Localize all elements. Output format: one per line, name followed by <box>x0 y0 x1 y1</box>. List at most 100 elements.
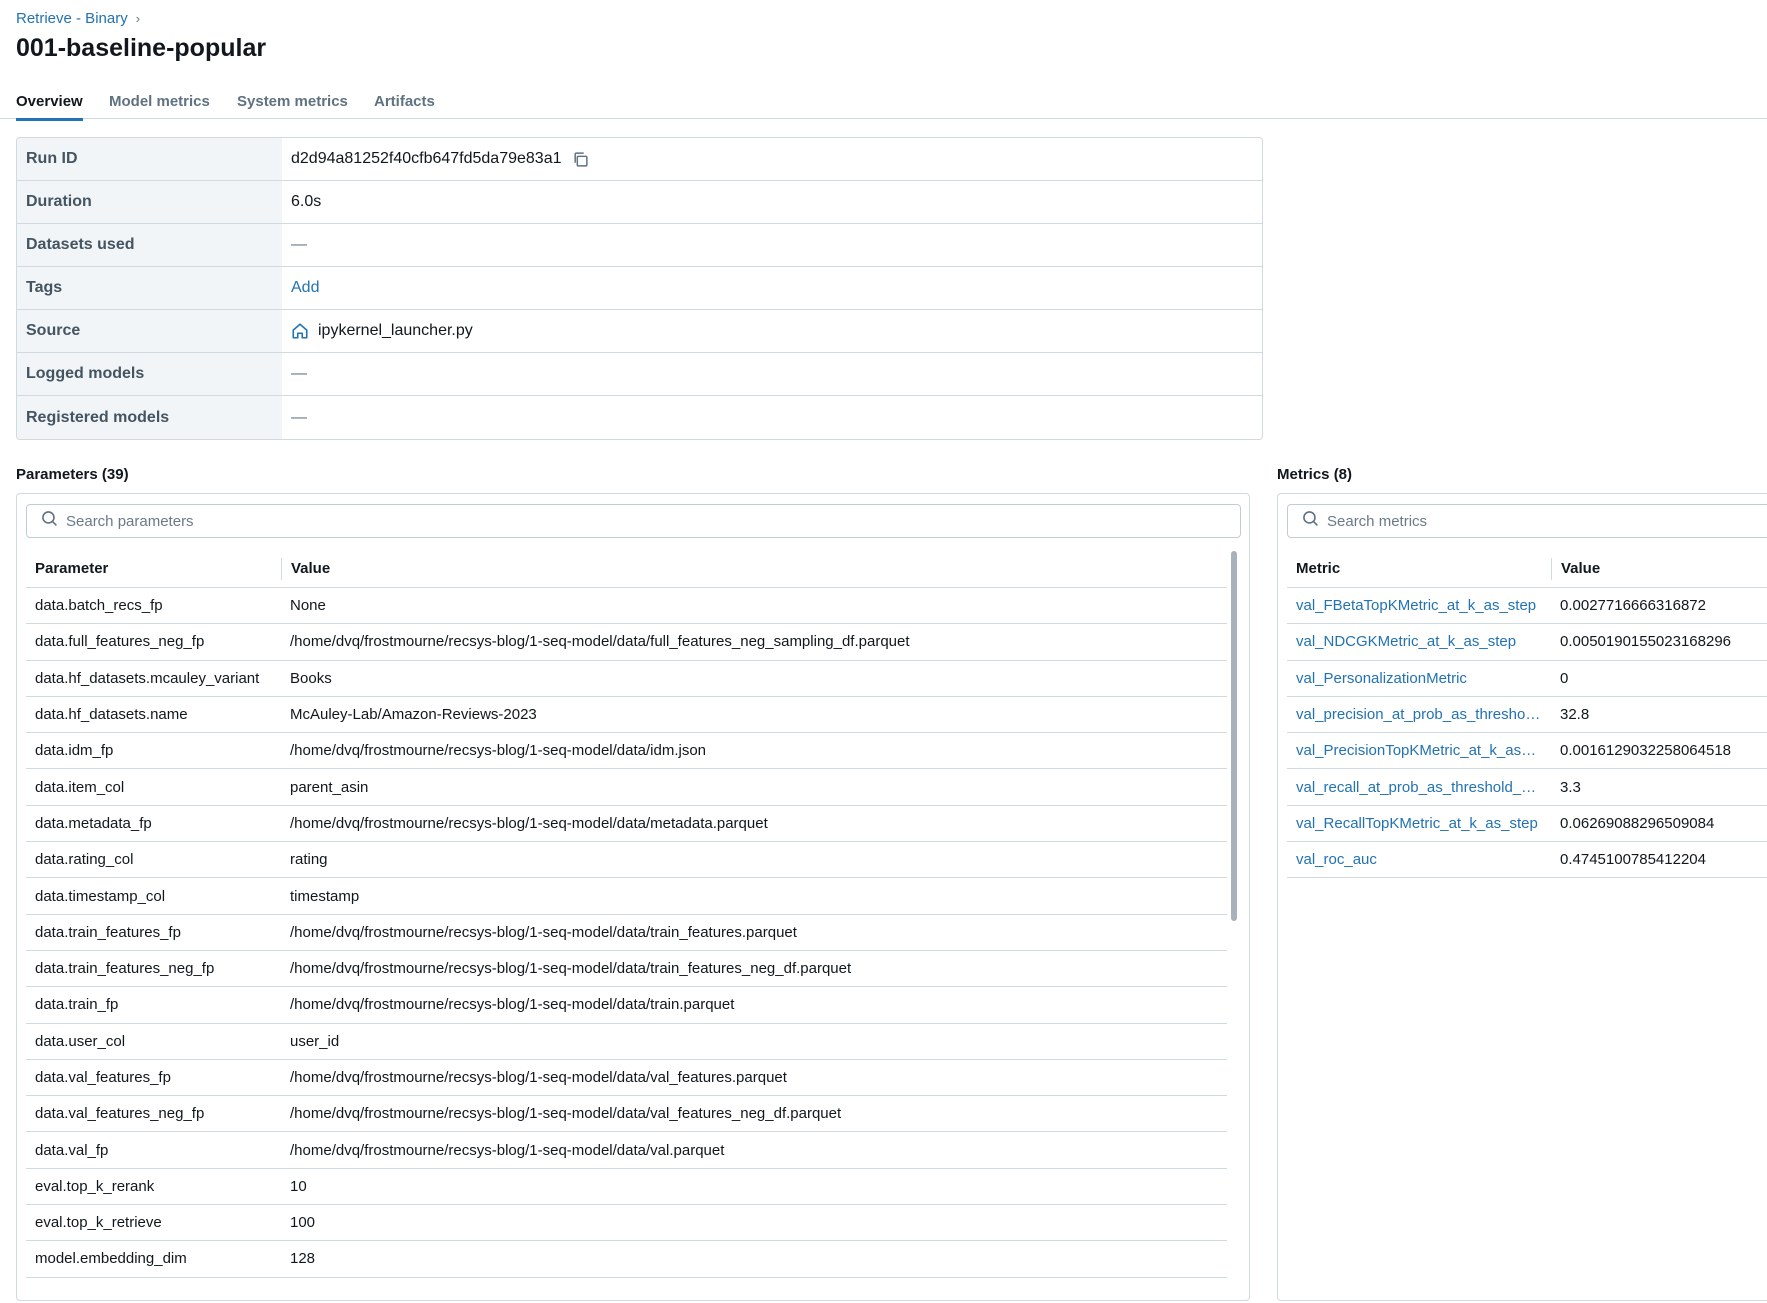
parameter-row: eval.top_k_rerank 10 <box>26 1169 1227 1206</box>
run-id-row: Run ID d2d94a81252f40cfb647fd5da79e83a1 <box>17 138 1262 181</box>
logged-models-value: — <box>291 365 307 382</box>
parameter-value: Books <box>290 669 332 687</box>
metrics-table-body: val_FBetaTopKMetric_at_k_as_step 0.002771… <box>1287 588 1767 988</box>
breadcrumb-link[interactable]: Retrieve - Binary <box>16 10 128 27</box>
metric-name-link[interactable]: val_roc_auc <box>1287 851 1551 868</box>
run-id-label: Run ID <box>17 138 282 180</box>
metric-name-link[interactable]: val_NDCGKMetric_at_k_as_step <box>1287 633 1551 650</box>
metric-name-link[interactable]: val_PersonalizationMetric <box>1287 670 1551 687</box>
parameters-table-header: Parameter Value <box>26 550 1227 588</box>
parameter-name: model.embedding_dim <box>35 1250 187 1268</box>
parameter-row: data.hf_datasets.mcauley_variant Books <box>26 661 1227 697</box>
metric-value-column-header[interactable]: Value <box>1551 557 1600 580</box>
parameter-row: data.item_col parent_asin <box>26 769 1227 806</box>
registered-models-label: Registered models <box>17 396 282 439</box>
parameter-value: None <box>290 597 326 615</box>
metric-row: val_FBetaTopKMetric_at_k_as_step 0.002771… <box>1287 588 1767 625</box>
parameter-name: data.item_col <box>35 778 125 796</box>
tab-model-metrics[interactable]: Model metrics <box>109 93 210 118</box>
parameter-value: /home/dvq/frostmourne/recsys-blog/1-seq-… <box>290 960 852 978</box>
logged-models-label: Logged models <box>17 353 282 395</box>
parameters-scrollbar-thumb[interactable] <box>1231 551 1237 921</box>
parameter-row: model.embedding_dim 128 <box>26 1241 1227 1278</box>
parameter-row: data.metadata_fp/home/dvq/frostmourne/re… <box>26 806 1227 843</box>
parameter-value: /home/dvq/frostmourne/recsys-blog/1-seq-… <box>290 923 797 941</box>
tags-label: Tags <box>17 267 282 309</box>
tags-row: Tags Add <box>17 267 1262 310</box>
value-column-header[interactable]: Value <box>281 557 330 580</box>
parameter-row: eval.top_k_retrieve 100 <box>26 1205 1227 1242</box>
parameter-row: data.full_features_neg_fp/home/dvq/frost… <box>26 624 1227 661</box>
parameters-title: Parameters (39) <box>16 466 129 483</box>
parameter-name: data.hf_datasets.name <box>35 706 188 724</box>
parameter-value: /home/dvq/frostmourne/recsys-blog/1-seq-… <box>290 742 707 760</box>
parameter-value: /home/dvq/frostmourne/recsys-blog/1-seq-… <box>290 1105 842 1123</box>
parameter-name: eval.top_k_rerank <box>35 1177 155 1195</box>
parameter-name: data.val_features_fp <box>35 1069 171 1086</box>
parameter-value: timestamp <box>290 887 360 905</box>
parameter-value: 128 <box>290 1250 316 1268</box>
source-value[interactable]: ipykernel_launcher.py <box>318 322 473 340</box>
copy-icon[interactable] <box>572 151 589 168</box>
parameter-value: user_id <box>290 1032 340 1050</box>
metric-name-link[interactable]: val_RecallTopKMetric_at_k_as_step <box>1287 815 1551 832</box>
metric-value: 32.8 <box>1560 706 1590 724</box>
registered-models-value: — <box>291 408 307 426</box>
metric-name-link[interactable]: val_FBetaTopKMetric_at_k_as_step <box>1287 597 1551 614</box>
metric-value: 0.0016129032258064518 <box>1560 742 1732 760</box>
parameter-row: data.val_features_neg_fp/home/dvq/frostm… <box>26 1096 1227 1133</box>
metrics-title: Metrics (8) <box>1277 466 1353 483</box>
parameters-search-input[interactable] <box>66 512 1146 530</box>
metric-name-link[interactable]: val_precision_at_prob_as_threshold_step <box>1287 706 1551 723</box>
metric-value: 0.0027716666316872 <box>1560 597 1706 615</box>
metric-row: val_precision_at_prob_as_threshold_step 3… <box>1287 697 1767 734</box>
source-label: Source <box>17 310 282 352</box>
metric-value: 0 <box>1560 669 1569 687</box>
parameter-row: data.hf_datasets.name McAuley-Lab/Amazon-… <box>26 697 1227 734</box>
metric-row: val_RecallTopKMetric_at_k_as_step 0.06269… <box>1287 806 1767 843</box>
run-details-table: Run ID d2d94a81252f40cfb647fd5da79e83a1 … <box>16 137 1263 440</box>
parameter-row: data.train_features_fp/home/dvq/frostmou… <box>26 915 1227 951</box>
metric-value: 3.3 <box>1560 778 1581 796</box>
metric-name-link[interactable]: val_recall_at_prob_as_threshold_step <box>1287 779 1551 796</box>
metrics-search <box>1287 504 1767 538</box>
metric-name-link[interactable]: val_PrecisionTopKMetric_at_k_as_step <box>1287 742 1551 759</box>
parameter-name: eval.top_k_retrieve <box>35 1214 162 1232</box>
parameter-row: data.train_features_neg_fp/home/dvq/fros… <box>26 951 1227 988</box>
tab-artifacts[interactable]: Artifacts <box>374 93 435 118</box>
datasets-used-label: Datasets used <box>17 224 282 266</box>
parameter-value: rating <box>290 851 328 869</box>
run-id-value: d2d94a81252f40cfb647fd5da79e83a1 <box>291 150 562 167</box>
parameters-search <box>26 504 1241 538</box>
duration-value: 6.0s <box>291 193 322 210</box>
tab-system-metrics[interactable]: System metrics <box>237 93 348 118</box>
tab-overview[interactable]: Overview <box>16 93 83 121</box>
add-tag-link[interactable]: Add <box>291 279 319 297</box>
parameter-row: data.user_col user_id <box>26 1024 1227 1060</box>
parameter-value: /home/dvq/frostmourne/recsys-blog/1-seq-… <box>290 1141 725 1159</box>
parameter-row: data.idm_fp/home/dvq/frostmourne/recsys-… <box>26 733 1227 770</box>
chevron-right-icon: › <box>135 11 141 26</box>
metric-row: val_PersonalizationMetric 0 <box>1287 661 1767 697</box>
parameter-name: data.rating_col <box>35 851 134 869</box>
metric-column-header[interactable]: Metric <box>1287 550 1551 587</box>
logged-models-row: Logged models — <box>17 353 1262 396</box>
home-icon <box>291 322 309 340</box>
page-title: 001-baseline-popular <box>16 34 267 62</box>
parameter-value: 100 <box>290 1214 316 1232</box>
parameter-name: data.train_fp <box>35 996 119 1014</box>
parameter-value: /home/dvq/frostmourne/recsys-blog/1-seq-… <box>290 814 768 832</box>
metrics-search-input[interactable] <box>1327 512 1767 530</box>
metric-value: 0.4745100785412204 <box>1560 851 1706 869</box>
parameter-column-header[interactable]: Parameter <box>26 550 281 587</box>
parameter-name: data.user_col <box>35 1032 126 1050</box>
parameter-row: data.timestamp_col timestamp <box>26 878 1227 915</box>
parameter-value: /home/dvq/frostmourne/recsys-blog/1-seq-… <box>290 996 735 1014</box>
parameter-name: data.val_fp <box>35 1141 109 1159</box>
parameter-name: data.train_features_fp <box>35 923 181 941</box>
duration-row: Duration 6.0s <box>17 181 1262 224</box>
parameter-name: data.batch_recs_fp <box>35 597 163 615</box>
parameter-value: 10 <box>290 1177 307 1195</box>
parameter-name: data.full_features_neg_fp <box>35 633 205 651</box>
parameters-table-body: data.batch_recs_fp None data.full_features… <box>26 588 1227 1300</box>
